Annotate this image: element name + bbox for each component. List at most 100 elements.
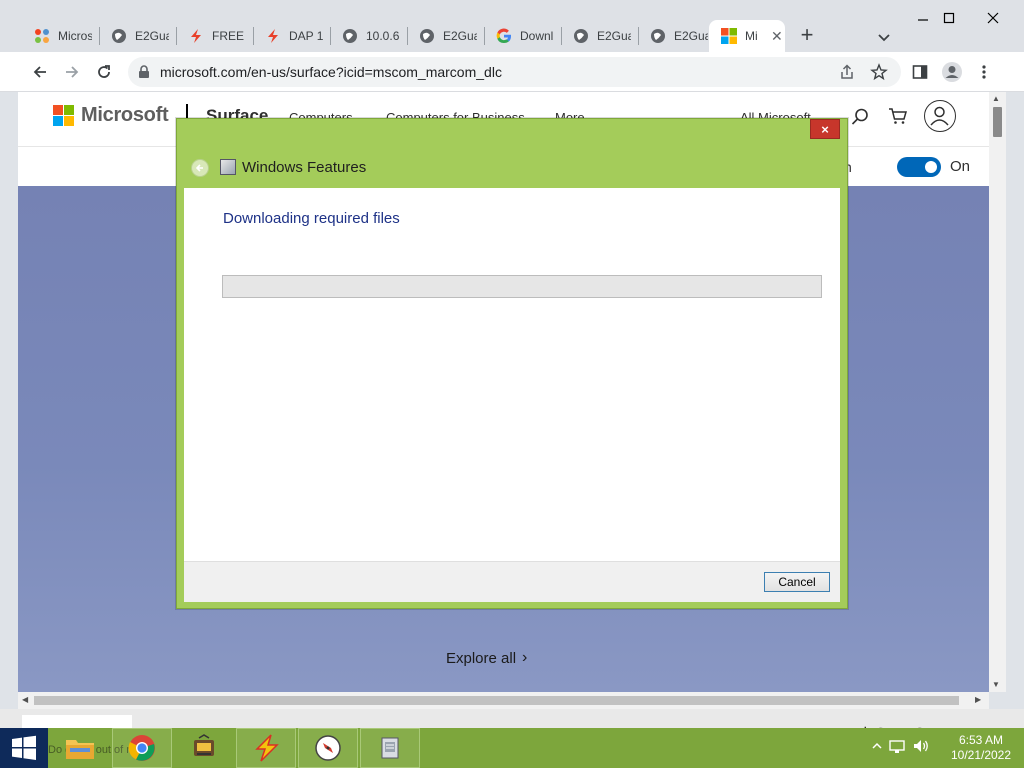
tab-title: DAP 1( (289, 29, 323, 43)
globe-icon (573, 28, 589, 44)
vertical-scroll-thumb[interactable] (993, 107, 1002, 137)
taskbar-chrome[interactable] (112, 728, 172, 768)
tab-e2guard-2[interactable]: E2Gua (407, 20, 483, 52)
tab-microsoft-1[interactable]: Micros (22, 20, 98, 52)
tray-chevron-up-icon[interactable] (872, 741, 882, 754)
tab-title: E2Gua (135, 29, 169, 43)
tab-title: Downl (520, 29, 554, 43)
taskbar-file-explorer[interactable] (50, 728, 110, 768)
horizontal-scroll-thumb[interactable] (34, 696, 959, 705)
toggle-knob (925, 161, 937, 173)
tab-title: FREE D (212, 29, 246, 43)
url-text[interactable]: microsoft.com/en-us/surface?icid=mscom_m… (160, 64, 502, 80)
dialog-close-button[interactable]: × (810, 119, 840, 139)
new-tab-button[interactable]: + (795, 24, 819, 48)
forward-button[interactable] (58, 58, 86, 86)
taskbar-clock[interactable]: 6:53 AM 10/21/2022 (948, 733, 1014, 763)
toggle-label: On (950, 158, 971, 175)
tab-close-icon[interactable]: ✕ (771, 28, 783, 45)
network-monitor-icon (194, 734, 214, 756)
kebab-menu-icon[interactable] (970, 58, 998, 86)
tab-microsoft-active[interactable]: Mi ✕ (709, 20, 785, 52)
taskbar-windows-features[interactable] (360, 728, 420, 768)
lock-icon[interactable] (138, 65, 150, 79)
folder-icon (66, 740, 94, 759)
google-icon (496, 28, 512, 44)
cart-icon[interactable] (888, 106, 908, 126)
tab-e2guard-4[interactable]: E2Gua (638, 20, 708, 52)
taskbar-bolt-app[interactable] (236, 728, 296, 768)
dialog-body: Downloading required files (184, 188, 840, 561)
bookmark-star-icon[interactable] (869, 62, 889, 82)
clock-date: 10/21/2022 (950, 748, 1012, 762)
bolt-icon (188, 28, 204, 44)
microsoft-logo[interactable]: Microsoft (52, 104, 169, 127)
cancel-button[interactable]: Cancel (764, 572, 830, 592)
system-tray (872, 738, 930, 757)
brand-name: Microsoft (81, 104, 169, 126)
windows-features-dialog: × Windows Features Downloading required … (176, 118, 848, 609)
windows-features-icon (220, 159, 236, 175)
globe-icon (419, 28, 435, 44)
tab-dap[interactable]: DAP 1( (253, 20, 329, 52)
clock-time: 6:53 AM (958, 733, 1004, 747)
tab-title: 10.0.6. (366, 29, 400, 43)
globe-icon (111, 28, 127, 44)
microsoft-logo-icon (52, 105, 75, 127)
browser-tab-strip: Micros E2Gua FREE D DAP 1( 10.0.6. E2Gua (0, 0, 1024, 52)
share-icon[interactable] (837, 62, 857, 82)
joomla-icon (34, 28, 50, 44)
profile-avatar-icon[interactable] (938, 58, 966, 86)
horizontal-scrollbar[interactable]: ◀ ▶ (18, 692, 989, 709)
scroll-right-icon[interactable]: ▶ (975, 695, 981, 704)
search-icon[interactable] (850, 107, 870, 127)
windows-features-taskbar-icon (381, 737, 399, 759)
chrome-icon (128, 735, 155, 761)
back-arrow-icon[interactable] (191, 159, 209, 177)
globe-icon (342, 28, 358, 44)
bolt-icon (265, 28, 281, 44)
scroll-up-icon[interactable]: ▲ (992, 94, 1000, 103)
maximize-button[interactable] (932, 8, 966, 28)
lightning-app-icon (255, 734, 279, 762)
scroll-left-icon[interactable]: ◀ (22, 695, 28, 704)
download-progress-bar (222, 275, 822, 298)
back-button[interactable] (26, 58, 54, 86)
microsoft-icon (721, 28, 737, 44)
globe-icon (650, 28, 666, 44)
address-bar[interactable]: microsoft.com/en-us/surface?icid=mscom_m… (128, 57, 901, 87)
network-icon[interactable] (888, 738, 906, 757)
side-panel-icon[interactable] (906, 58, 934, 86)
tab-e2guard-3[interactable]: E2Gua (561, 20, 637, 52)
tab-title: E2Gua (597, 29, 631, 43)
tab-google-download[interactable]: Downl (484, 20, 560, 52)
taskbar-network-app[interactable] (174, 728, 234, 768)
chevron-right-icon: › (522, 649, 528, 666)
tab-title: Mi (745, 29, 758, 43)
start-button[interactable] (0, 728, 48, 768)
windows-logo-icon (12, 735, 36, 760)
volume-icon[interactable] (912, 738, 930, 757)
dialog-heading: Downloading required files (223, 210, 400, 227)
tab-title: E2Gua (674, 29, 708, 43)
compass-icon (315, 735, 341, 761)
taskbar-compass-app[interactable] (298, 728, 358, 768)
tab-title: E2Gua (443, 29, 477, 43)
tab-search-icon[interactable] (873, 26, 895, 48)
reload-button[interactable] (90, 58, 118, 86)
status-box (22, 715, 132, 728)
browser-toolbar: microsoft.com/en-us/surface?icid=mscom_m… (0, 52, 1024, 92)
dialog-title: Windows Features (242, 159, 367, 176)
explore-all-label: Explore all (446, 649, 517, 667)
tab-free-d[interactable]: FREE D (176, 20, 252, 52)
taskbar: Do ded 0 out of nown 6:53 AM 10/21/2022 (0, 728, 1024, 768)
account-icon[interactable] (924, 100, 956, 132)
scroll-down-icon[interactable]: ▼ (992, 680, 1000, 689)
tab-ip-address[interactable]: 10.0.6. (330, 20, 406, 52)
dialog-footer: Cancel (184, 561, 840, 602)
toggle-switch[interactable] (897, 157, 941, 177)
vertical-scrollbar[interactable]: ▲ ▼ (989, 92, 1006, 692)
explore-all-link[interactable]: Explore all › (446, 649, 527, 667)
tab-e2guard-1[interactable]: E2Gua (99, 20, 175, 52)
close-window-button[interactable] (976, 8, 1010, 28)
